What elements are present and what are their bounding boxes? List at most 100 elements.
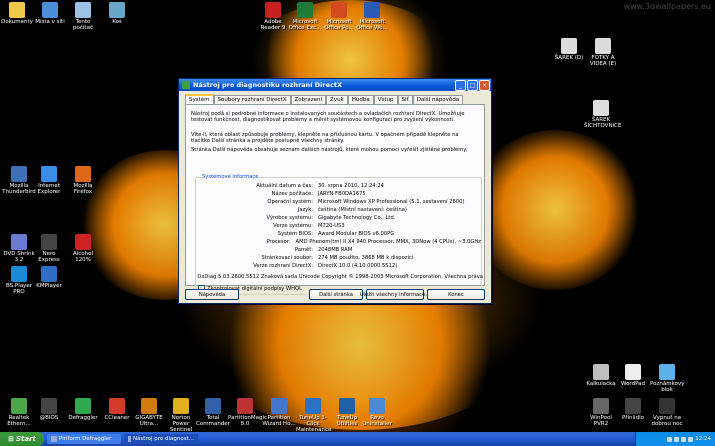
info-key: Aktuální datum a čas: <box>256 183 313 189</box>
desktop-icon-label: ŠAREK (D) <box>554 55 584 61</box>
desktop-icon-sarek-d[interactable]: ŠAREK (D) <box>552 38 586 61</box>
desktop-icon-fotky-videa[interactable]: FOTKY A VIDEA (E) <box>586 38 620 67</box>
system-tray: 12:24 <box>635 432 715 446</box>
desktop-icon-kmplayer[interactable]: KMPlayer <box>32 266 66 289</box>
dxdiag-icon <box>128 436 131 442</box>
close-button[interactable]: × <box>479 79 490 91</box>
desktop-icon-kos[interactable]: Koš <box>100 2 134 25</box>
system-info-row: Verze rozhraní DirectX: DirectX 10.0 (4.1… <box>196 263 481 269</box>
system-info-row: Paměť: 2048MB RAM <box>196 247 481 253</box>
defrag-icon <box>51 436 57 442</box>
desktop-icon-poznamkovy-blok[interactable]: Poznámkový blok <box>650 364 684 393</box>
desktop-icon-ccleaner[interactable]: CCleaner <box>100 398 134 421</box>
desktop-icon-tuneup-1click[interactable]: TuneUp 1-Click Maintenance <box>296 398 331 432</box>
desktop-icon-prinidlo[interactable]: Přiniidlo <box>616 398 650 421</box>
desktop-icon-label: Realtek Ethern... <box>7 415 31 427</box>
info-value: DirectX 10.0 (4.10.0000.5512) <box>318 263 398 269</box>
info-key: Procesor: <box>266 239 291 245</box>
desktop-icon-winpool-pvr[interactable]: WinPool PVR2 <box>584 398 618 427</box>
info-value: Award Modular BIOS v6.00PG <box>318 231 395 237</box>
desktop-icon-label: Mozilla Firefox <box>73 183 93 195</box>
desktop-icon-office-excel[interactable]: Microsoft Office Exc... <box>288 2 322 31</box>
tray-icon[interactable] <box>674 436 680 442</box>
desktop-icon-gigabyte-ultra[interactable]: GIGABYTE Ultra... <box>132 398 166 427</box>
start-button[interactable]: ⊞ Start <box>0 432 44 446</box>
desktop-icon-office-powerpoint[interactable]: Microsoft Office Po... <box>322 2 356 31</box>
excel-icon <box>297 2 313 18</box>
desktop-icon-vypnut-na-dobrou-noc[interactable]: Vypnuť na dobrou noc <box>650 398 684 427</box>
desktop-icon-tuneup-utilities[interactable]: TuneUp Utilities <box>330 398 364 427</box>
desktop-icon-mozilla-thunderbird[interactable]: Mozilla Thunderbird <box>2 166 36 195</box>
taskbar-button[interactable]: Nástroj pro diagnost... <box>124 434 198 444</box>
tray-icon[interactable] <box>667 436 673 442</box>
desktop-icon-revo-uninstaller[interactable]: Revo Uninstaller <box>360 398 394 427</box>
desktop-icon-sarek-sichtovnice[interactable]: ŠAREK ŠICHTOVNICE <box>584 100 622 129</box>
tuneup-icon <box>305 398 321 414</box>
desktop-icon-label: Alcohol 120% <box>72 251 94 263</box>
help-page-text: Stránka Další nápověda obsahuje seznam d… <box>191 147 468 153</box>
info-value: 30. srpna 2010, 12:24:24 <box>318 183 384 189</box>
desktop-icon-defraggler[interactable]: Defraggler <box>66 398 100 421</box>
desktop-icon-adobe-reader[interactable]: Adobe Reader 9 <box>256 2 290 31</box>
save-all-info-button[interactable]: Uložit všechny informace... <box>360 289 430 300</box>
desktop-icon-mista-v-siti[interactable]: Místa v síti <box>33 2 67 25</box>
desktop-icon-norton[interactable]: Norton Power Sentinel <box>164 398 198 432</box>
partition-icon <box>237 398 253 414</box>
desktop-icon-label: KMPlayer <box>36 283 62 289</box>
tray-icon[interactable] <box>688 436 694 442</box>
tray-icon[interactable] <box>681 436 687 442</box>
system-info-row: Procesor: AMD Phenom(tm) II X4 940 Proces… <box>196 239 481 245</box>
desktop-icon-dvd-shrink[interactable]: DVD Shrink 3.2 <box>2 234 36 263</box>
tab-0[interactable]: Systém <box>185 94 214 104</box>
desktop-icon-bsplayer[interactable]: BS.Player PRO <box>2 266 36 295</box>
notepad-icon <box>659 364 675 380</box>
desktop-icon-label: Mozilla Thunderbird <box>2 183 36 195</box>
desktop-icon-kalkulacka[interactable]: Kalkulačka <box>584 364 618 387</box>
desktop-icon-nero-express[interactable]: Nero Express <box>32 234 66 263</box>
info-key: Verze rozhraní DirectX: <box>253 263 313 269</box>
desktop-icon-label: Kalkulačka <box>586 381 616 387</box>
clock: 12:24 <box>695 436 711 442</box>
desktop-icon-realtek[interactable]: Realtek Ethern... <box>2 398 36 427</box>
info-value: Microsoft Windows XP Professional (5.1, … <box>318 199 465 205</box>
desktop-icon-partitionmagic[interactable]: PartitionMagic 8.0 <box>228 398 267 427</box>
desktop-icon-label: FOTKY A VIDEA (E) <box>589 55 617 67</box>
desktop-icon-tento-pocitac[interactable]: Tento počítač <box>66 2 100 31</box>
help-button[interactable]: Nápověda <box>185 289 239 300</box>
window-titlebar[interactable]: Nástroj pro diagnostiku rozhraní DirectX… <box>179 79 491 91</box>
exit-button[interactable]: Konec <box>427 289 485 300</box>
next-page-button[interactable]: Další stránka <box>309 289 363 300</box>
taskbar-button[interactable]: Piriform Defraggler <box>47 434 121 444</box>
desktop-icon-dokumenty[interactable]: Dokumenty <box>0 2 34 25</box>
desktop-icon-4bios[interactable]: @BIOS <box>32 398 66 421</box>
wordpad-icon <box>625 364 641 380</box>
tab-panel-system: Nástroj podá si podrobné informace o ins… <box>185 104 485 295</box>
desktop-icon-label: Tento počítač <box>73 19 93 31</box>
desktop-icon-internet-explorer[interactable]: Internet Explorer <box>32 166 66 195</box>
desktop-icon-wordpad[interactable]: WordPad <box>616 364 650 387</box>
desktop-icon-office-word[interactable]: Microsoft Office Wo... <box>355 2 389 31</box>
desktop-icon-label: Nero Express <box>38 251 60 263</box>
info-key: Verze systému: <box>273 223 313 229</box>
info-key: Operační systém: <box>267 199 313 205</box>
wallpaper-fractal <box>470 130 640 290</box>
desktop-icon-partition-wizard[interactable]: Partition Wizard Ho... <box>262 398 296 427</box>
bios-icon <box>41 398 57 414</box>
dxdiag-window[interactable]: Nástroj pro diagnostiku rozhraní DirectX… <box>178 78 492 304</box>
alcohol-icon <box>75 234 91 250</box>
desktop-icon-total-commander[interactable]: Total Commander <box>196 398 230 427</box>
desktop-icon-mozilla-firefox[interactable]: Mozilla Firefox <box>66 166 100 195</box>
minimize-button[interactable]: _ <box>455 79 466 91</box>
desktop-icon-label: Defraggler <box>68 415 98 421</box>
desktop-icon-label: DVD Shrink 3.2 <box>3 251 35 263</box>
intro-text: Nástroj podá si podrobné informace o ins… <box>191 111 465 124</box>
player-icon <box>41 266 57 282</box>
desktop-icon-label: Microsoft Office Po... <box>324 19 354 31</box>
thunderbird-icon <box>11 166 27 182</box>
spreadsheet-icon <box>593 100 609 116</box>
info-value: čeština (Místní nastavení: čeština) <box>318 207 407 213</box>
ccleaner-icon <box>109 398 125 414</box>
maximize-button[interactable]: □ <box>467 79 478 91</box>
desktop-icon-alcohol-120[interactable]: Alcohol 120% <box>66 234 100 263</box>
system-info-row: Jazyk: čeština (Místní nastavení: čeština… <box>196 207 481 213</box>
